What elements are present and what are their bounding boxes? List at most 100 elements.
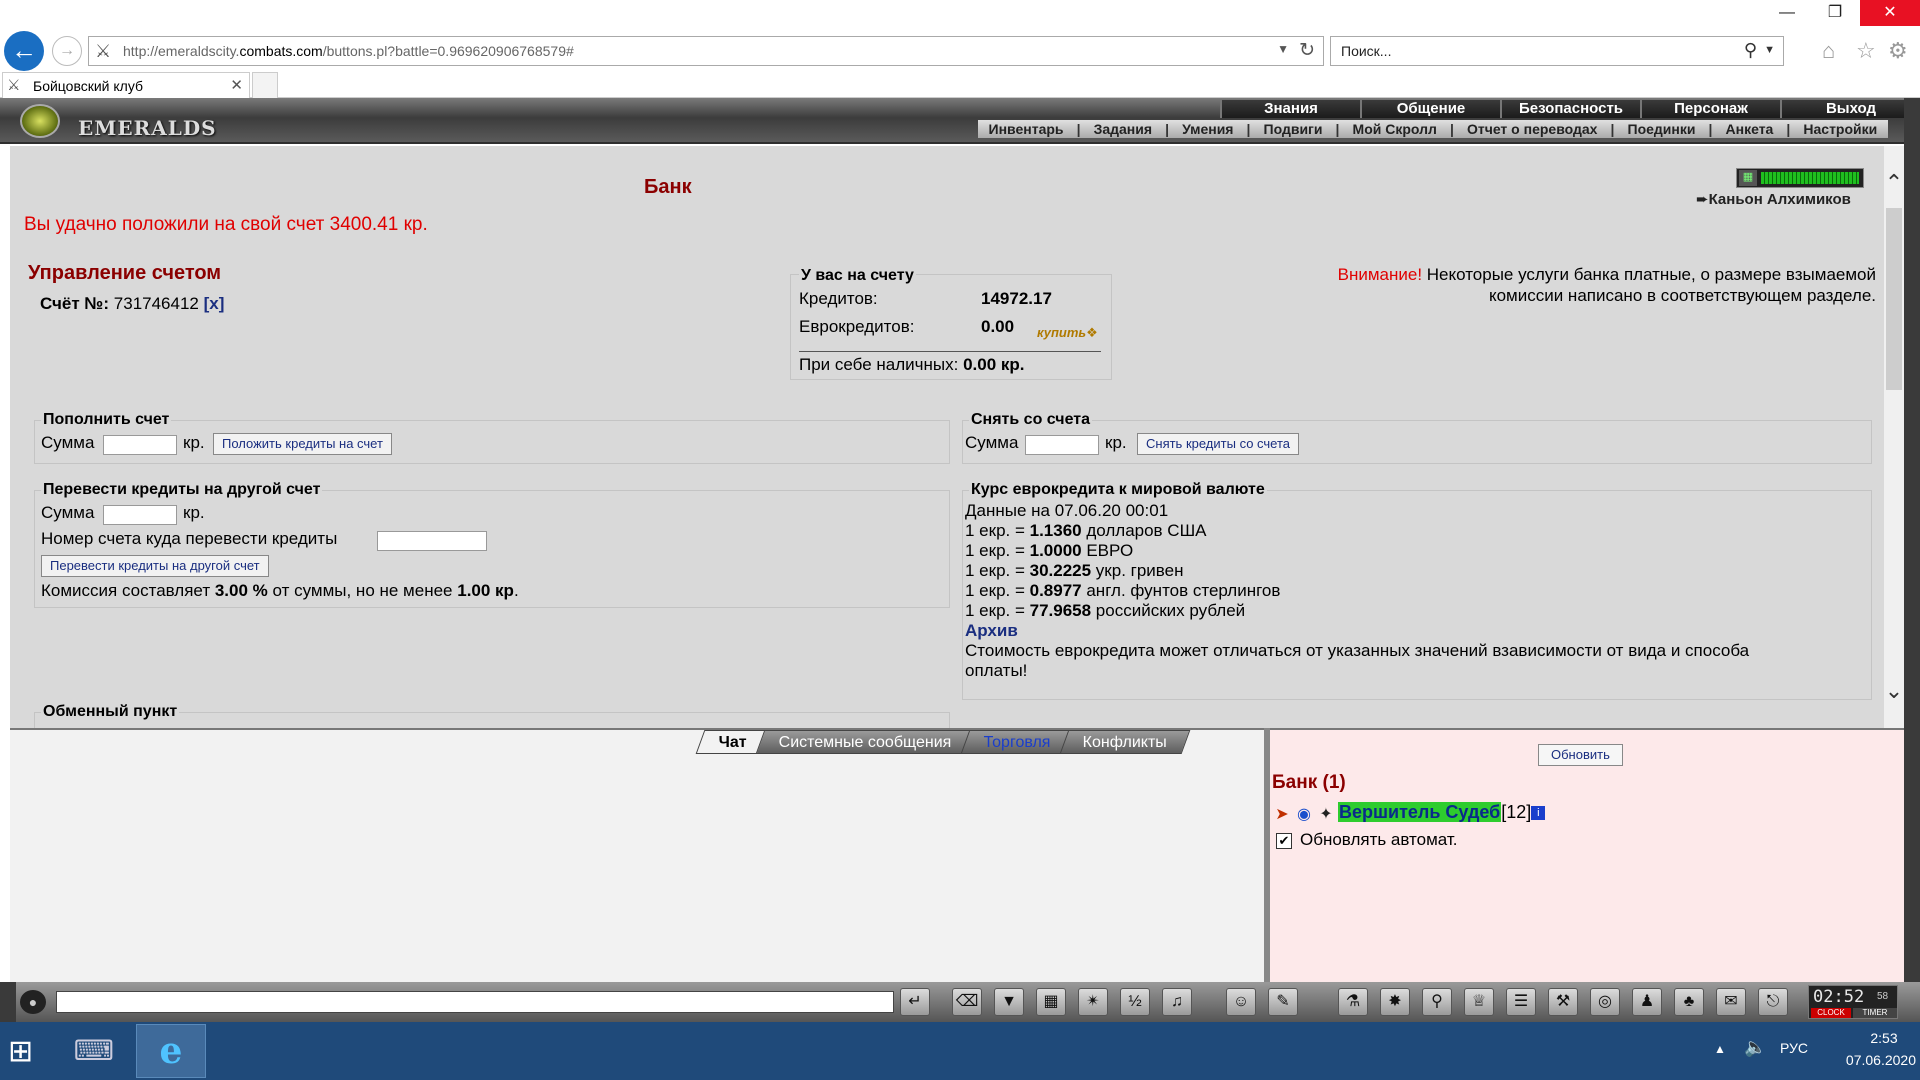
gear-icon[interactable]: ⚙	[1888, 38, 1908, 64]
keyboard-app-icon[interactable]: ⌨	[70, 1028, 118, 1074]
game-header: EMERALDS Знания Общение Безопасность Пер…	[0, 98, 1920, 144]
forward-button[interactable]: →	[52, 36, 82, 66]
clock-label[interactable]: CLOCK	[1811, 1008, 1851, 1018]
bottle-icon[interactable]: ⚲	[1422, 988, 1452, 1016]
account-close-link[interactable]: [x]	[204, 294, 225, 313]
fee-notice: Внимание! Некоторые услуги банка платные…	[1310, 264, 1876, 306]
submenu-settings[interactable]: Настройки	[1803, 121, 1877, 137]
chat-tabs: Чат Системные сообщения Торговля Конфлик…	[695, 730, 1191, 754]
smiley-icon[interactable]: ☺	[1226, 988, 1256, 1016]
deposit-button[interactable]: Положить кредиты на счет	[213, 433, 392, 455]
tab-close-icon[interactable]: ✕	[230, 76, 243, 94]
mail-icon[interactable]: ✉	[1716, 988, 1746, 1016]
language-indicator[interactable]: РУС	[1780, 1040, 1808, 1056]
chat-area[interactable]: Чат Системные сообщения Торговля Конфлик…	[10, 728, 1264, 982]
auto-refresh-checkbox[interactable]: ✔	[1276, 832, 1292, 849]
transfer-button[interactable]: Перевести кредиты на другой счет	[41, 555, 269, 577]
filter-icon[interactable]: ▼	[994, 988, 1024, 1016]
url-text[interactable]: http://emeraldscity.combats.com/buttons.…	[123, 43, 574, 59]
timer-label[interactable]: TIMER	[1853, 1008, 1897, 1018]
scroll-icon[interactable]: ☰	[1506, 988, 1536, 1016]
tab-conflicts[interactable]: Конфликты	[1059, 730, 1191, 754]
menu-character[interactable]: Персонаж	[1640, 100, 1780, 118]
tab-system-messages[interactable]: Системные сообщения	[755, 730, 976, 754]
rate-row: 1 екр. = 0.8977 англ. фунтов стерлингов	[965, 581, 1281, 600]
tray-expand-icon[interactable]: ▲	[1714, 1042, 1726, 1056]
tray-date[interactable]: 07.06.2020	[1830, 1052, 1916, 1068]
volume-icon[interactable]: 🔈	[1744, 1037, 1766, 1058]
menu-security[interactable]: Безопасность	[1500, 100, 1640, 118]
people-icon[interactable]: ♟	[1632, 988, 1662, 1016]
private-message-icon[interactable]: ➤	[1272, 804, 1292, 823]
menu-exit[interactable]: Выход	[1780, 100, 1920, 118]
submenu-achievements[interactable]: Подвиги	[1264, 121, 1323, 137]
transfer-unit: кр.	[183, 503, 205, 522]
refresh-button[interactable]: Обновить	[1538, 744, 1623, 766]
send-icon[interactable]: ↵	[900, 988, 930, 1016]
tab-trade[interactable]: Торговля	[960, 730, 1074, 754]
archive-link[interactable]: Архив	[965, 621, 1018, 641]
back-button[interactable]: ←	[4, 31, 44, 71]
tools-icon[interactable]: ⚒	[1548, 988, 1578, 1016]
maximize-button[interactable]: ❐	[1812, 0, 1858, 26]
user-info-icon[interactable]: i	[1531, 806, 1546, 821]
pets-icon[interactable]: ♣	[1674, 988, 1704, 1016]
submenu-inventory[interactable]: Инвентарь	[989, 121, 1064, 137]
withdraw-unit: кр.	[1105, 433, 1127, 452]
search-box[interactable]: Поиск... ⚲ ▼	[1330, 36, 1784, 66]
tab-fight-club[interactable]: ⚔ Бойцовский клуб ✕	[2, 72, 250, 98]
sound-icon[interactable]: ♫	[1162, 988, 1192, 1016]
submenu-quests[interactable]: Задания	[1094, 121, 1152, 137]
save-log-icon[interactable]: ▦	[1036, 988, 1066, 1016]
chat-toggle-icon[interactable]: ●	[20, 990, 46, 1014]
chat-speed-icon[interactable]: ½	[1120, 988, 1150, 1016]
new-tab-button[interactable]	[252, 72, 278, 98]
exit-icon[interactable]: ⎋	[1758, 988, 1788, 1016]
fighter-icon[interactable]: ✴	[1078, 988, 1108, 1016]
submenu-profile[interactable]: Анкета	[1726, 121, 1774, 137]
globe-icon[interactable]: ◎	[1590, 988, 1620, 1016]
submenu-duels[interactable]: Поединки	[1628, 121, 1696, 137]
refresh-icon[interactable]: ↻	[1299, 39, 1315, 62]
magic-icon[interactable]: ✸	[1380, 988, 1410, 1016]
alchemy-icon[interactable]: ⚗	[1338, 988, 1368, 1016]
main-scrollbar[interactable]: ⌃ ⌄	[1884, 146, 1904, 728]
guild-icon[interactable]: ♕	[1464, 988, 1494, 1016]
search-placeholder: Поиск...	[1341, 43, 1392, 59]
deposit-sum-input[interactable]	[103, 435, 177, 455]
windows-start-icon[interactable]: ⊞	[8, 1034, 33, 1069]
withdraw-sum-input[interactable]	[1025, 435, 1099, 455]
search-icon[interactable]: ⚲	[1744, 40, 1757, 61]
home-icon[interactable]: ⌂	[1822, 38, 1835, 64]
submenu-transfer-report[interactable]: Отчет о переводах	[1467, 121, 1598, 137]
scroll-thumb[interactable]	[1886, 208, 1902, 390]
location-link[interactable]: ➨Каньон Алхимиков	[1696, 190, 1851, 208]
address-dropdown-icon[interactable]: ▼	[1277, 42, 1289, 56]
location-meter[interactable]: ▦	[1736, 168, 1864, 188]
tray-time[interactable]: 2:53	[1852, 1030, 1916, 1046]
search-dropdown-icon[interactable]: ▼	[1764, 44, 1775, 56]
eurocredits-value: 0.00	[981, 317, 1015, 336]
auto-refresh-option[interactable]: ✔ Обновлять автомат.	[1276, 830, 1458, 850]
transfer-sum-input[interactable]	[103, 505, 177, 525]
submenu-my-scroll[interactable]: Мой Скролл	[1353, 121, 1437, 137]
credits-label: Кредитов:	[799, 289, 878, 308]
transfer-target-input[interactable]	[377, 531, 487, 551]
submenu-skills[interactable]: Умения	[1182, 121, 1233, 137]
favorites-star-icon[interactable]: ☆	[1856, 38, 1876, 64]
address-bar[interactable]: ⚔ http://emeraldscity.combats.com/button…	[88, 36, 1324, 66]
withdraw-button[interactable]: Снять кредиты со счета	[1137, 433, 1300, 455]
internet-explorer-icon[interactable]: e	[136, 1024, 206, 1078]
translit-icon[interactable]: ✎	[1268, 988, 1298, 1016]
eraser-icon[interactable]: ⌫	[952, 988, 982, 1016]
menu-communication[interactable]: Общение	[1360, 100, 1500, 118]
user-name[interactable]: Вершитель Судеб	[1338, 802, 1502, 822]
scroll-down-icon[interactable]: ⌄	[1884, 678, 1904, 704]
menu-knowledge[interactable]: Знания	[1220, 100, 1360, 118]
close-window-button[interactable]: ✕	[1860, 0, 1920, 26]
buy-eurocredits-button[interactable]: купить❖	[1037, 325, 1098, 341]
scroll-up-icon[interactable]: ⌃	[1884, 170, 1904, 196]
chat-input[interactable]	[56, 991, 894, 1013]
minimize-button[interactable]: —	[1764, 0, 1810, 26]
transfer-commission: Комиссия составляет 3.00 % от суммы, но …	[41, 581, 519, 600]
